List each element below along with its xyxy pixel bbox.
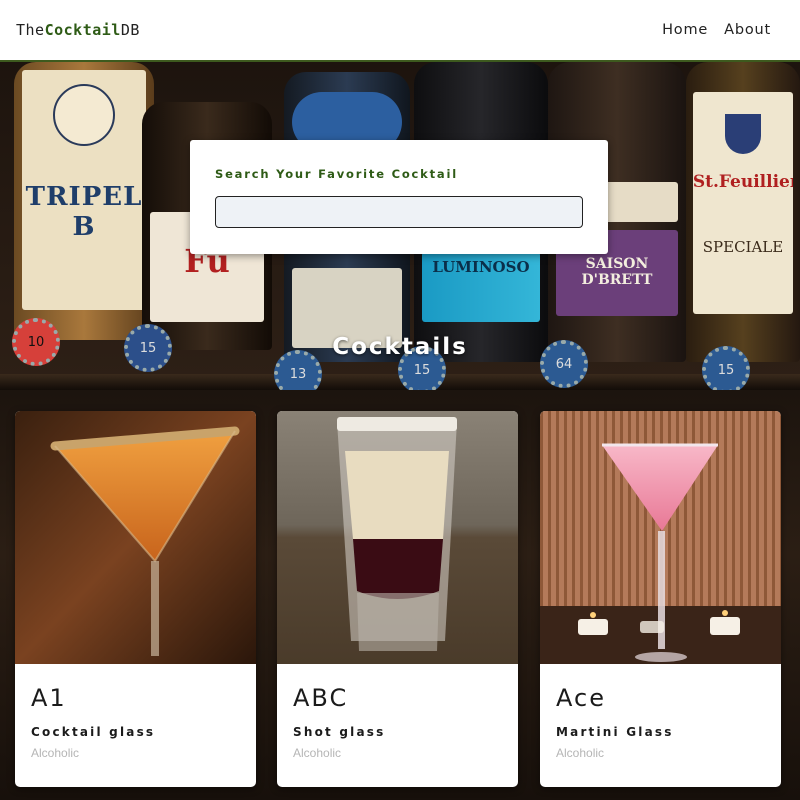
site-logo[interactable]: TheCocktailDB [16, 21, 140, 39]
nav-links: Home About [662, 22, 771, 38]
bottle-label-text: SAISON D'BRETT [581, 256, 653, 288]
bottle-label-text: SPECIALE [702, 238, 784, 256]
cocktail-name: ABC [293, 684, 349, 712]
section-title: Cocktails [332, 334, 468, 360]
cocktail-name: Ace [556, 684, 606, 712]
search-label: Search Your Favorite Cocktail [215, 167, 458, 181]
cocktail-type: Alcoholic [31, 746, 80, 760]
bottle-label-text: St.Feuillien [692, 172, 794, 192]
bottle-label-text: LUMINOSO [432, 258, 530, 276]
card-body: A1 Cocktail glass Alcoholic [31, 684, 155, 760]
card-body: ABC Shot glass Alcoholic [293, 684, 385, 760]
search-form: Search Your Favorite Cocktail [190, 140, 608, 254]
cocktail-image[interactable] [540, 411, 781, 664]
cocktail-type: Alcoholic [293, 746, 342, 760]
cocktail-glass: Shot glass [293, 725, 386, 739]
cocktail-card-ace[interactable]: Ace Martini Glass Alcoholic [540, 411, 781, 787]
brewery-logo [52, 84, 115, 146]
navbar: TheCocktailDB Home About [0, 0, 800, 62]
bottle-label-text: TRIPEL B [25, 182, 143, 242]
card-body: Ace Martini Glass Alcoholic [556, 684, 674, 760]
search-input[interactable] [215, 196, 583, 228]
cocktail-name: A1 [31, 684, 67, 712]
logo-suffix: DB [120, 21, 140, 39]
nav-link-about[interactable]: About [724, 22, 771, 38]
cocktail-image[interactable] [277, 411, 518, 664]
cocktail-glass: Martini Glass [556, 725, 674, 739]
logo-brand: Cocktail [44, 21, 121, 39]
logo-prefix: The [16, 21, 45, 39]
cocktail-glass: Cocktail glass [31, 725, 156, 739]
cocktail-image[interactable] [15, 411, 256, 664]
nav-link-home[interactable]: Home [662, 22, 708, 38]
bottle-st-feuillien: St.Feuillien SPECIALE [686, 62, 800, 362]
bottle-tripel-b: TRIPEL B [14, 62, 154, 340]
cocktail-type: Alcoholic [556, 746, 605, 760]
crest-icon [724, 114, 761, 154]
cocktail-card-abc[interactable]: ABC Shot glass Alcoholic [277, 411, 518, 787]
cocktail-card-a1[interactable]: A1 Cocktail glass Alcoholic [15, 411, 256, 787]
